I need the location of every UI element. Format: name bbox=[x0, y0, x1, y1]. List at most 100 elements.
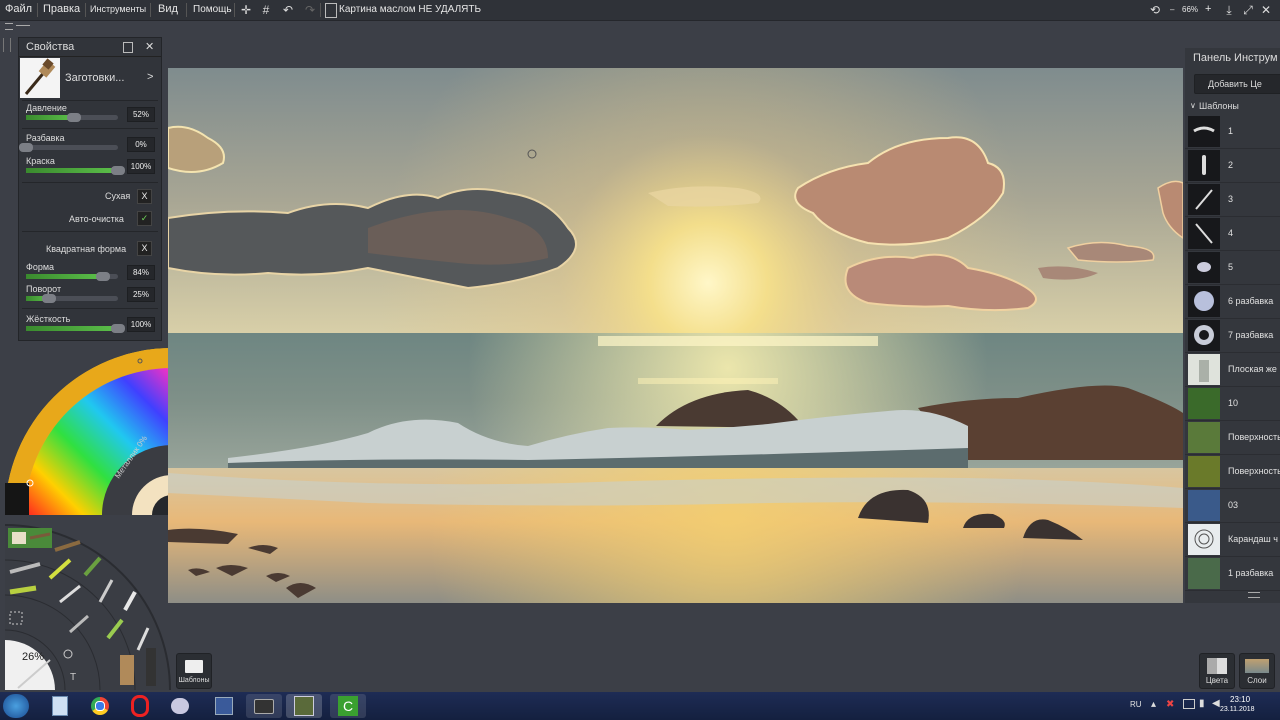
rotation-label: Поворот bbox=[26, 284, 62, 294]
template-label: 03 bbox=[1228, 500, 1239, 510]
network-alert-icon[interactable]: ✖ bbox=[1166, 699, 1174, 710]
autoclean-checkbox[interactable]: ✓ bbox=[137, 211, 152, 226]
opera-taskbar-icon[interactable] bbox=[122, 694, 158, 718]
template-item[interactable]: 5 bbox=[1185, 251, 1280, 285]
clock-time[interactable]: 23:10 bbox=[1230, 695, 1250, 704]
thinning-slider[interactable] bbox=[19, 143, 118, 152]
template-item[interactable]: Поверхность bbox=[1185, 421, 1280, 455]
template-item[interactable]: Плоская же bbox=[1185, 353, 1280, 387]
chevron-right-icon: > bbox=[147, 71, 154, 83]
grid-icon[interactable]: # bbox=[258, 2, 274, 18]
hardness-value[interactable]: 100% bbox=[127, 317, 155, 332]
thinning-value[interactable]: 0% bbox=[127, 137, 155, 152]
rotate-canvas-icon[interactable]: ⟲ bbox=[1147, 2, 1163, 18]
tool-panel: Панель Инструм Добавить Це ∨ Шаблоны 1 2… bbox=[1185, 48, 1280, 603]
volume-icon[interactable]: ◀ bbox=[1212, 698, 1220, 709]
move-icon[interactable]: ✛ bbox=[238, 2, 254, 18]
slider-knob[interactable] bbox=[66, 113, 81, 122]
square-shape-checkbox[interactable]: X bbox=[137, 241, 152, 256]
tool-taskbar-icon[interactable] bbox=[162, 694, 198, 718]
template-label: 4 bbox=[1228, 228, 1234, 238]
properties-panel: Свойства ✕ Заготовки... > Давление 52% Р… bbox=[18, 37, 162, 341]
layers-icon bbox=[1245, 659, 1269, 673]
tray-arrow-icon[interactable]: ▴ bbox=[1151, 699, 1156, 710]
pressure-value[interactable]: 52% bbox=[127, 107, 155, 122]
menu-edit[interactable]: Правка bbox=[43, 3, 80, 15]
chevron-down-icon[interactable]: ∨ bbox=[1190, 101, 1196, 110]
template-item[interactable]: 2 bbox=[1185, 149, 1280, 183]
paint-slider[interactable] bbox=[26, 166, 125, 175]
zoom-in-button[interactable]: + bbox=[1205, 3, 1211, 15]
menu-divider bbox=[186, 3, 187, 17]
save-preset-icon[interactable] bbox=[123, 42, 133, 53]
undo-icon[interactable]: ↶ bbox=[280, 2, 296, 18]
network-icon[interactable]: ▮ bbox=[1199, 698, 1205, 709]
brush-thumbnail bbox=[1188, 354, 1220, 385]
templates-button[interactable]: Шаблоны bbox=[176, 653, 212, 689]
template-item[interactable]: 3 bbox=[1185, 183, 1280, 217]
add-color-button[interactable]: Добавить Це bbox=[1194, 74, 1280, 94]
dry-label: Сухая bbox=[105, 191, 131, 201]
autoclean-label: Авто-очистка bbox=[69, 214, 124, 224]
template-item[interactable]: 7 разбавка bbox=[1185, 319, 1280, 353]
layers-label: Слои bbox=[1247, 676, 1267, 685]
pressure-slider[interactable] bbox=[26, 113, 118, 122]
fullscreen-icon[interactable]: ⤢ bbox=[1240, 2, 1256, 18]
collapse-handle-icon[interactable] bbox=[5, 23, 13, 30]
preset-selector[interactable]: Заготовки... > bbox=[19, 57, 161, 99]
tool-wheel[interactable]: T 26% bbox=[0, 520, 172, 692]
notepad-taskbar-icon[interactable] bbox=[42, 694, 78, 718]
slider-knob[interactable] bbox=[96, 272, 111, 281]
close-panel-icon[interactable]: ✕ bbox=[145, 40, 154, 53]
templates-icon bbox=[185, 660, 203, 673]
windows-start-icon[interactable] bbox=[3, 694, 29, 718]
divider bbox=[22, 308, 158, 309]
slider-knob[interactable] bbox=[111, 166, 125, 175]
template-item[interactable]: Поверхность bbox=[1185, 455, 1280, 489]
camera-taskbar-icon[interactable] bbox=[246, 694, 282, 718]
slider-knob[interactable] bbox=[42, 294, 56, 303]
layers-button[interactable]: Слои bbox=[1239, 653, 1275, 689]
paint-value[interactable]: 100% bbox=[127, 159, 155, 174]
colors-button[interactable]: Цвета bbox=[1199, 653, 1235, 689]
menu-help[interactable]: Помощь bbox=[193, 4, 232, 15]
save-taskbar-icon[interactable] bbox=[206, 694, 242, 718]
template-label: 10 bbox=[1228, 398, 1239, 408]
language-indicator[interactable]: RU bbox=[1130, 700, 1142, 709]
download-icon[interactable]: ⤓ bbox=[1221, 2, 1237, 18]
chrome-taskbar-icon[interactable] bbox=[82, 694, 118, 718]
menu-tools[interactable]: Инструменты bbox=[90, 4, 146, 14]
template-item[interactable]: 4 bbox=[1185, 217, 1280, 251]
zoom-out-button[interactable]: – bbox=[1170, 5, 1174, 14]
rotation-value[interactable]: 25% bbox=[127, 287, 155, 302]
dry-checkbox[interactable]: X bbox=[137, 189, 152, 204]
resize-handle-icon[interactable] bbox=[1248, 592, 1260, 598]
menu-file[interactable]: Файл bbox=[5, 3, 32, 15]
colors-icon bbox=[1207, 658, 1227, 674]
template-item[interactable]: 6 разбавка bbox=[1185, 285, 1280, 319]
slider-knob[interactable] bbox=[111, 324, 125, 333]
menu-view[interactable]: Вид bbox=[158, 3, 178, 15]
close-icon[interactable]: ✕ bbox=[1258, 2, 1274, 18]
template-item[interactable]: 10 bbox=[1185, 387, 1280, 421]
template-item[interactable]: 03 bbox=[1185, 489, 1280, 523]
artrage-taskbar-icon[interactable] bbox=[286, 694, 322, 718]
minimize-icon[interactable] bbox=[16, 25, 30, 26]
hardness-slider[interactable] bbox=[26, 324, 125, 333]
menu-divider bbox=[234, 3, 235, 17]
slider-knob[interactable] bbox=[19, 143, 33, 152]
template-item[interactable]: 1 bbox=[1185, 115, 1280, 149]
shape-slider[interactable] bbox=[26, 272, 118, 281]
painting-canvas[interactable] bbox=[168, 68, 1183, 603]
template-item[interactable]: 1 разбавка bbox=[1185, 557, 1280, 591]
display-icon[interactable] bbox=[1183, 699, 1195, 709]
shape-value[interactable]: 84% bbox=[127, 265, 155, 280]
panel-grip-icon[interactable] bbox=[3, 38, 11, 52]
camtasia-taskbar-icon[interactable]: C bbox=[330, 694, 366, 718]
template-label: Поверхность bbox=[1228, 432, 1280, 442]
rotation-slider[interactable] bbox=[26, 294, 118, 303]
template-item[interactable]: Карандаш ч bbox=[1185, 523, 1280, 557]
color-picker[interactable]: Металлик 0% bbox=[0, 345, 172, 515]
redo-icon[interactable]: ↷ bbox=[302, 2, 318, 18]
clock-date[interactable]: 23.11.2018 bbox=[1220, 706, 1255, 713]
